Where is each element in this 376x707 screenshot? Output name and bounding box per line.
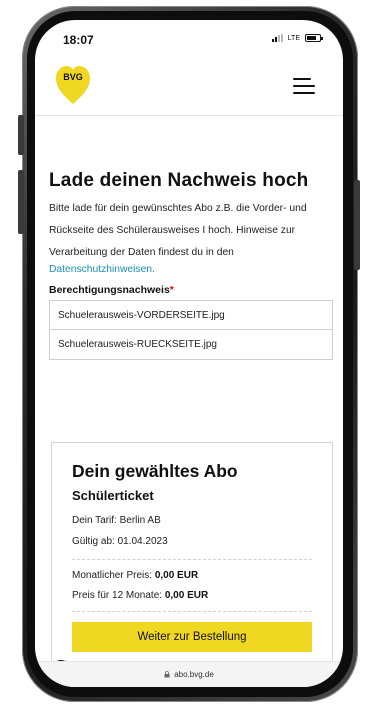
abo-product: Schülerticket (72, 488, 154, 503)
required-mark: * (169, 284, 174, 296)
abo-summary-card: Dein gewähltes Abo Schülerticket Dein Ta… (51, 442, 333, 687)
abo-valid-from: Gültig ab: 01.04.2023 (72, 536, 168, 547)
lock-icon (164, 671, 170, 678)
file-row-back[interactable]: Schuelerausweis-RUECKSEITE.jpg (49, 330, 333, 360)
menu-button[interactable] (293, 78, 315, 94)
monthly-price-label: Monatlicher Preis: (72, 570, 153, 581)
phone-power-button (354, 180, 360, 270)
page-title: Lade deinen Nachweis hoch (49, 170, 309, 191)
signal-icon (271, 34, 283, 42)
browser-url-bar[interactable]: abo.bvg.de (35, 661, 343, 687)
logo-text: BVG (63, 72, 83, 82)
yearly-price: Preis für 12 Monate: 0,00 EUR (72, 590, 312, 601)
network-label: LTE (287, 34, 300, 42)
divider (72, 611, 312, 612)
divider (72, 559, 312, 560)
upload-section: Lade deinen Nachweis hoch Bitte lade für… (49, 170, 333, 360)
intro-text: Bitte lade für dein gewünschtes Abo z.B.… (49, 198, 333, 264)
yearly-price-label: Preis für 12 Monate: (72, 590, 163, 601)
intro-line-1: Bitte lade für dein gewünschtes Abo z.B.… (49, 203, 307, 214)
monthly-price-value: 0,00 EUR (154, 570, 199, 581)
phone-mute-switch (18, 115, 24, 155)
intro-line-2: Rückseite des Schülerausweises I hoch. H… (49, 225, 296, 236)
status-bar: 18:07 LTE (35, 20, 343, 54)
app-header: BVG (35, 54, 343, 116)
monthly-price: Monatlicher Preis: 0,00 EUR (72, 570, 312, 581)
file-list: Schuelerausweis-VORDERSEITE.jpg Schueler… (49, 300, 333, 360)
field-label-text: Berechtigungsnachweis (49, 284, 170, 296)
heart-logo-icon (56, 66, 90, 104)
abo-title: Dein gewähltes Abo (72, 461, 238, 481)
phone-volume-button (18, 170, 24, 234)
abo-tarif: Dein Tarif: Berlin AB (72, 515, 161, 526)
yearly-price-value: 0,00 EUR (164, 590, 209, 601)
status-icons: LTE (271, 34, 323, 42)
status-time: 18:07 (63, 33, 94, 47)
url-text: abo.bvg.de (174, 670, 214, 679)
continue-order-button[interactable]: Weiter zur Bestellung (72, 622, 312, 652)
battery-icon (305, 34, 323, 42)
privacy-link[interactable]: Datenschutzhinweisen. (49, 262, 333, 278)
phone-screen: 18:07 LTE BVG Lade deinen Nachweis hoch … (35, 20, 343, 687)
field-label: Berechtigungsnachweis* (49, 284, 333, 296)
menu-icon (293, 78, 311, 80)
file-row-front[interactable]: Schuelerausweis-VORDERSEITE.jpg (49, 300, 333, 330)
intro-line-3: Verarbeitung der Daten findest du in den (49, 247, 234, 258)
bvg-logo[interactable]: BVG (55, 64, 91, 106)
